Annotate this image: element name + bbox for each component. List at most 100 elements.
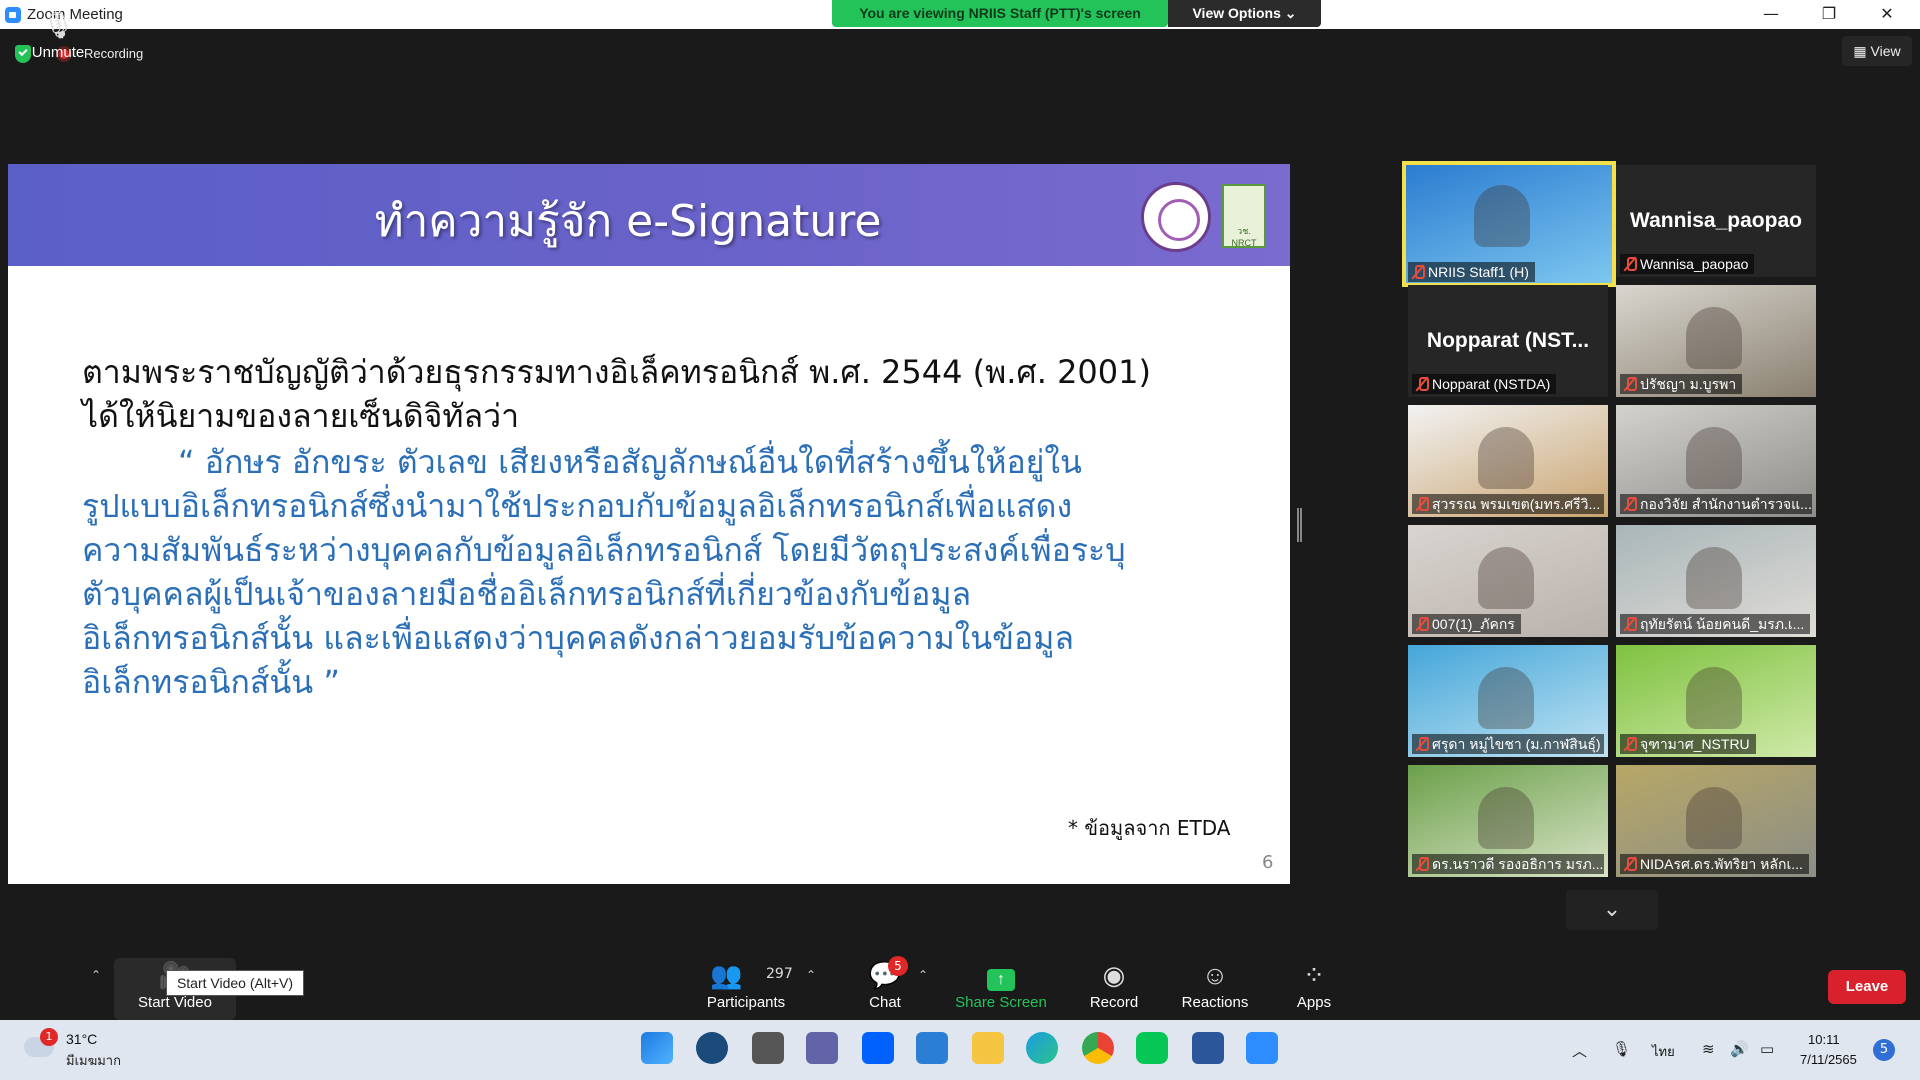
- muted-mic-icon: [1624, 377, 1637, 391]
- microphone-tray-icon[interactable]: 🎙: [1612, 1040, 1631, 1058]
- view-label: View: [1870, 43, 1901, 59]
- participant-name-text: สุวรรณ พรมเขต(มทร.ศรีวิ...: [1432, 496, 1601, 512]
- participant-tile[interactable]: 007(1)_ภัคกร: [1408, 525, 1608, 637]
- window-titlebar: Zoom Meeting You are viewing NRIIS Staff…: [0, 0, 1920, 29]
- participant-name-label: Wannisa_paopao: [1620, 254, 1755, 274]
- clock-time[interactable]: 10:11: [1808, 1032, 1840, 1047]
- participant-display-name: Wannisa_paopao: [1630, 209, 1802, 232]
- os-taskbar: [0, 1020, 1920, 1080]
- reactions-icon: ☺: [1201, 960, 1229, 990]
- share-screen-label: Share Screen: [955, 994, 1047, 1011]
- muted-mic-icon: [1624, 497, 1637, 511]
- chat-label: Chat: [869, 994, 901, 1011]
- share-screen-icon: ↑: [952, 958, 1050, 992]
- participant-name-label: กองวิจัย สำนักงานตำรวจแ...: [1620, 494, 1812, 514]
- participant-name-text: ดร.นราวดี รองอธิการ มรภ....: [1432, 856, 1604, 872]
- restore-button[interactable]: ❐: [1806, 0, 1852, 29]
- line-app-icon[interactable]: [1136, 1032, 1168, 1064]
- start-menu-icon[interactable]: [641, 1032, 673, 1064]
- participant-tile[interactable]: ศรุดา หมู่ไขชา (ม.กาฬสินธุ์): [1408, 645, 1608, 757]
- muted-mic-icon: [1416, 497, 1429, 511]
- muted-mic-icon: [1416, 737, 1429, 751]
- slide-header: ทำความรู้จัก e-Signature วช. NRCT: [8, 164, 1290, 266]
- participant-name-text: NRIIS Staff1 (H): [1428, 264, 1529, 280]
- input-language[interactable]: ไทย: [1652, 1041, 1675, 1062]
- apps-button[interactable]: ⁘ Apps: [1290, 958, 1338, 1020]
- slide-page-number: 6: [1262, 852, 1274, 873]
- volume-icon[interactable]: 🔊: [1730, 1040, 1749, 1058]
- task-view-icon[interactable]: [752, 1032, 784, 1064]
- file-explorer-icon[interactable]: [972, 1032, 1004, 1064]
- participant-video-silhouette: [1686, 787, 1742, 849]
- clock-date[interactable]: 7/11/2565: [1800, 1052, 1857, 1067]
- participant-tile[interactable]: Nopparat (NST... Nopparat (NSTDA): [1408, 285, 1608, 397]
- audio-options-caret[interactable]: ⌃: [91, 968, 101, 982]
- participant-tile[interactable]: NRIIS Staff1 (H): [1402, 161, 1616, 287]
- participant-name-label: NIDAรศ.ดร.พัทริยา หลักเ...: [1620, 854, 1809, 874]
- participant-name-text: ฤทัยรัตน์ น้อยคนดี_มรภ.เ...: [1640, 616, 1805, 632]
- search-icon[interactable]: [696, 1032, 728, 1064]
- nrct-logo: วช. NRCT: [1222, 184, 1266, 248]
- chrome-browser-icon[interactable]: [1082, 1032, 1114, 1064]
- participant-tile[interactable]: กองวิจัย สำนักงานตำรวจแ...: [1616, 405, 1816, 517]
- chat-options-caret[interactable]: ⌃: [918, 968, 928, 982]
- participant-video-silhouette: [1478, 427, 1534, 489]
- battery-icon[interactable]: ▭: [1760, 1040, 1774, 1058]
- weather-alert-badge: 1: [40, 1028, 58, 1046]
- participant-display-name: Nopparat (NST...: [1426, 329, 1590, 352]
- participant-name-text: ศรุดา หมู่ไขชา (ม.กาฬสินธุ์): [1432, 736, 1601, 752]
- record-button[interactable]: ◉ Record: [1082, 958, 1146, 1020]
- participant-name-label: ศรุดา หมู่ไขชา (ม.กาฬสินธุ์): [1412, 734, 1604, 754]
- slide-quote-line: “ อักษร อักขระ ตัวเลข เสียงหรือสัญลักษณ์…: [178, 443, 1082, 481]
- muted-mic-icon: [1416, 377, 1429, 391]
- share-screen-button[interactable]: ↑ Share Screen: [952, 958, 1050, 1020]
- unmute-label: Unmute: [31, 44, 85, 61]
- reactions-button[interactable]: ☺ Reactions: [1176, 958, 1254, 1020]
- apps-icon: ⁘: [1303, 960, 1325, 990]
- slide-quote-line: ความสัมพันธ์ระหว่างบุคคลกับข้อมูลอิเล็กท…: [82, 531, 1126, 569]
- tray-overflow-chevron-icon[interactable]: ︿: [1572, 1040, 1587, 1061]
- minimize-button[interactable]: —: [1748, 0, 1794, 29]
- participants-count: 297: [766, 966, 793, 982]
- slide-quote-line: อิเล็กทรอนิกส์นั้น และเพื่อแสดงว่าบุคคลด…: [82, 619, 1074, 657]
- slide-footnote: * ข้อมูลจาก ETDA: [1068, 816, 1231, 840]
- gallery-scroll-down-button[interactable]: ⌄: [1566, 890, 1658, 930]
- weather-temperature: 31°C: [66, 1031, 98, 1047]
- participant-name-text: จุฑามาศ_NSTRU: [1640, 736, 1750, 752]
- muted-mic-icon: [1624, 857, 1637, 871]
- start-video-tooltip: Start Video (Alt+V): [166, 970, 304, 996]
- chat-unread-badge: 5: [888, 956, 908, 976]
- view-layout-button[interactable]: ▦ View: [1842, 36, 1912, 66]
- slide-quote-line: ตัวบุคคลผู้เป็นเจ้าของลายมือชื่ออิเล็กทร…: [82, 575, 972, 613]
- participant-tile[interactable]: ปรัชญา ม.บูรพา: [1616, 285, 1816, 397]
- wifi-icon[interactable]: ≋: [1702, 1040, 1715, 1058]
- word-app-icon[interactable]: [1192, 1032, 1224, 1064]
- zoom-taskbar-icon[interactable]: [1246, 1032, 1278, 1064]
- participant-video-silhouette: [1686, 547, 1742, 609]
- participant-name-label: ฤทัยรัตน์ น้อยคนดี_มรภ.เ...: [1620, 614, 1811, 634]
- leave-button[interactable]: Leave: [1828, 970, 1906, 1004]
- teams-chat-icon[interactable]: [806, 1032, 838, 1064]
- participant-tile[interactable]: NIDAรศ.ดร.พัทริยา หลักเ...: [1616, 765, 1816, 877]
- notification-count-badge[interactable]: 5: [1873, 1039, 1895, 1061]
- panel-splitter-handle[interactable]: [1297, 508, 1302, 542]
- participant-name-label: จุฑามาศ_NSTRU: [1620, 734, 1756, 754]
- nrct-logo-text: วช. NRCT: [1231, 226, 1257, 248]
- participant-tile[interactable]: จุฑามาศ_NSTRU: [1616, 645, 1816, 757]
- reactions-label: Reactions: [1181, 994, 1249, 1011]
- participant-tile[interactable]: สุวรรณ พรมเขต(มทร.ศรีวิ...: [1408, 405, 1608, 517]
- close-button[interactable]: ✕: [1864, 0, 1910, 29]
- unmute-button[interactable]: 🎙 Unmute: [22, 8, 94, 70]
- participants-options-caret[interactable]: ⌃: [806, 968, 816, 982]
- slide-quote-line: รูปแบบอิเล็กทรอนิกส์ซึ่งนำมาใช้ประกอบกับ…: [82, 487, 1073, 525]
- participant-video-silhouette: [1478, 547, 1534, 609]
- participant-tile[interactable]: ฤทัยรัตน์ น้อยคนดี_มรภ.เ...: [1616, 525, 1816, 637]
- dropbox-icon[interactable]: [862, 1032, 894, 1064]
- weather-description: มีเมฆมาก: [66, 1054, 121, 1069]
- edge-browser-icon[interactable]: [1026, 1032, 1058, 1064]
- view-options-button[interactable]: View Options ⌄: [1168, 0, 1321, 27]
- participant-name-text: 007(1)_ภัคกร: [1432, 616, 1515, 632]
- mail-icon[interactable]: [916, 1032, 948, 1064]
- participant-tile[interactable]: Wannisa_paopao Wannisa_paopao: [1616, 165, 1816, 277]
- participant-tile[interactable]: ดร.นราวดี รองอธิการ มรภ....: [1408, 765, 1608, 877]
